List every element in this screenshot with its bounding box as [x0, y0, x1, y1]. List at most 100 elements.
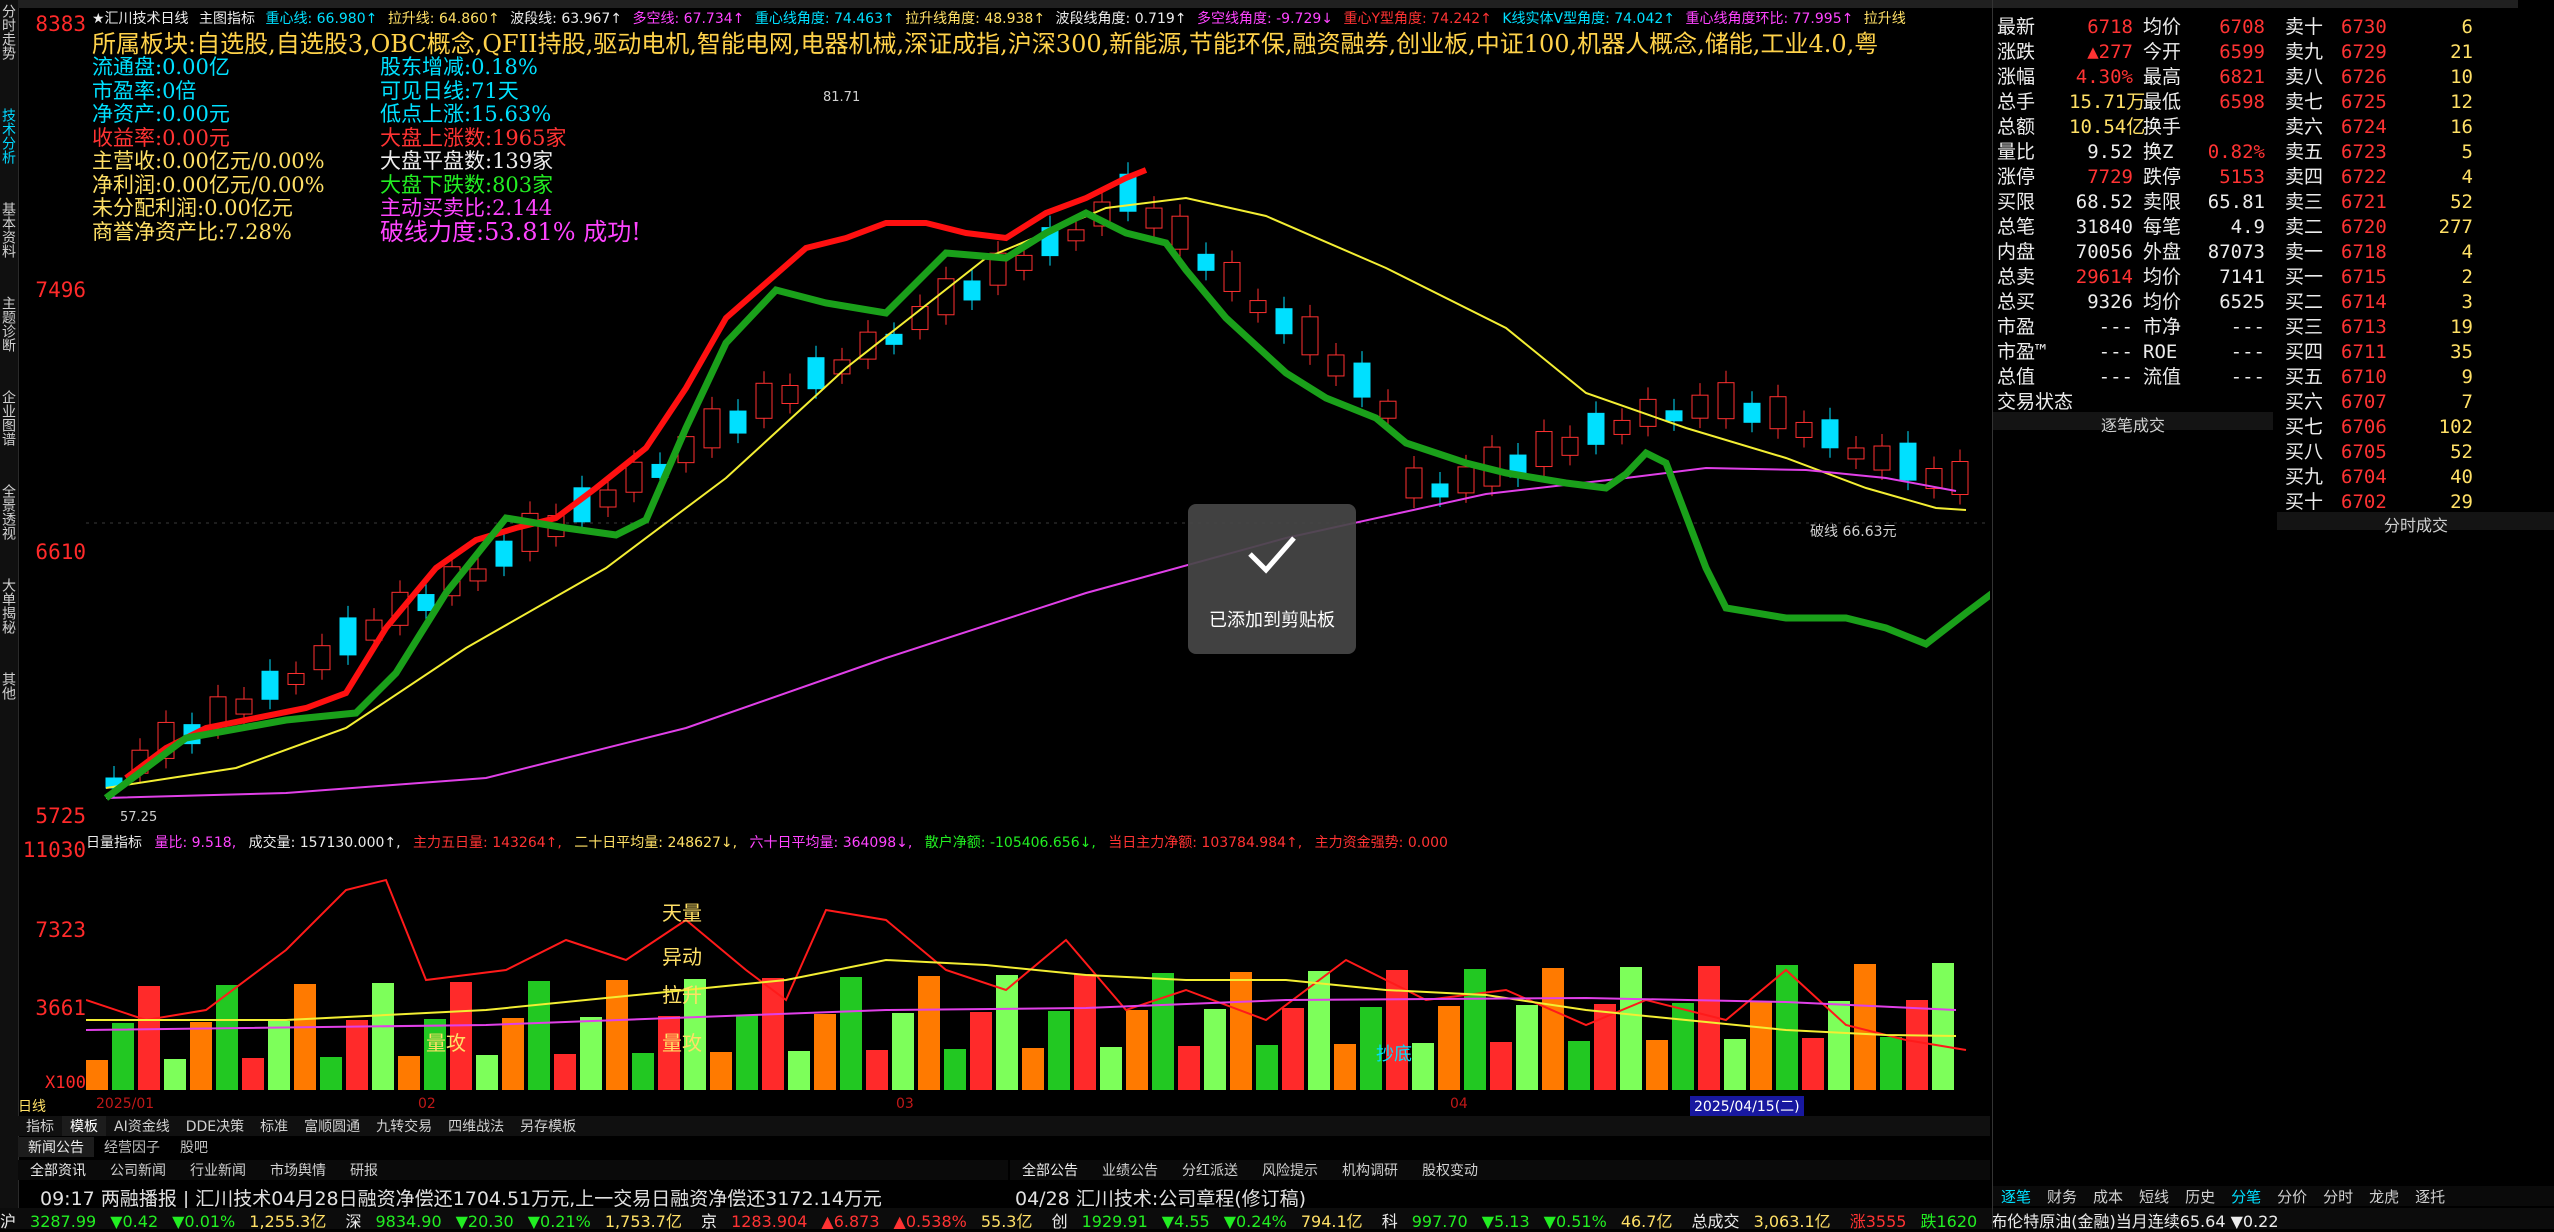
volume-bar — [1880, 1037, 1902, 1090]
quote-row: 总值 --- 流值 --- — [1997, 362, 2265, 389]
bid-row[interactable]: 买九 6704 40 — [2285, 462, 2473, 489]
bid-row[interactable]: 买一 6715 2 — [2285, 262, 2473, 289]
toast-message: 已添加到剪贴板 — [1209, 610, 1335, 631]
subtab-equity[interactable]: 股权变动 — [1410, 1160, 1490, 1180]
period-label[interactable]: 日线 — [18, 1096, 46, 1116]
bid-row[interactable]: 买五 6710 9 — [2285, 362, 2473, 389]
btab-dragon[interactable]: 龙虎 — [2361, 1188, 2407, 1206]
side-tab-diagnose[interactable]: 主题诊断 — [0, 292, 16, 356]
btab-finance[interactable]: 财务 — [2039, 1188, 2085, 1206]
btab-short[interactable]: 短线 — [2131, 1188, 2177, 1206]
kline-chart[interactable]: 81.71 57.25 破线 66.63元 — [86, 8, 1990, 828]
book-price: 6707 — [2341, 391, 2387, 413]
ask-row[interactable]: 卖五 6723 5 — [2285, 137, 2473, 164]
volume-indicator-header: 日量指标 量比: 9.518, 成交量: 157130.000↑, 主力五日量:… — [86, 832, 1456, 852]
subtab-opinion[interactable]: 市场舆情 — [258, 1160, 338, 1180]
mode-template[interactable]: 模板 — [62, 1116, 106, 1136]
news-item-left[interactable]: 09:17 两融播报 | 汇川技术04月28日融资净偿还1704.51万元,上一… — [40, 1184, 882, 1211]
book-level: 买四 — [2285, 341, 2324, 363]
idx-cy: 创 — [1051, 1212, 1068, 1231]
book-level: 卖四 — [2285, 166, 2324, 188]
volume-bar — [1490, 1042, 1512, 1090]
bid-row[interactable]: 买六 6707 7 — [2285, 387, 2473, 414]
btab-time[interactable]: 分时 — [2315, 1188, 2361, 1206]
candle — [1561, 436, 1579, 456]
quote-key: 涨跌 — [1997, 41, 2036, 63]
book-price: 6704 — [2341, 466, 2387, 488]
subtab-company[interactable]: 公司新闻 — [98, 1160, 178, 1180]
ask-row[interactable]: 卖十 6730 6 — [2285, 12, 2473, 39]
candle — [1327, 354, 1345, 377]
vol-axis-3: 3661 — [35, 996, 86, 1020]
side-tab-bigorder[interactable]: 大单揭秘 — [0, 574, 16, 638]
book-price: 6729 — [2341, 41, 2387, 63]
btab-split[interactable]: 分笔 — [2223, 1188, 2269, 1206]
volume-chart[interactable]: 天量 异动 拉升 量攻 量攻 抄底 — [86, 850, 1990, 1090]
tab-forum[interactable]: 股吧 — [170, 1137, 218, 1157]
mode-standard[interactable]: 标准 — [252, 1116, 296, 1136]
candle — [495, 540, 513, 567]
mode-nine[interactable]: 九转交易 — [368, 1116, 440, 1136]
bid-row[interactable]: 买二 6714 3 — [2285, 287, 2473, 314]
bottom-tabs: 逐笔 财务 成本 短线 历史 分笔 分价 分时 龙虎 逐托 — [1993, 1186, 2554, 1206]
tab-news[interactable]: 新闻公告 — [18, 1137, 94, 1157]
mode-save[interactable]: 另存模板 — [512, 1116, 584, 1136]
ask-row[interactable]: 卖六 6724 16 — [2285, 112, 2473, 139]
btab-price[interactable]: 分价 — [2269, 1188, 2315, 1206]
quote-row: 涨跌 ▲277 今开 6599 — [1997, 37, 2265, 64]
ask-row[interactable]: 卖九 6729 21 — [2285, 37, 2473, 64]
subtab-all-ann[interactable]: 全部公告 — [1010, 1160, 1090, 1180]
bid-row[interactable]: 买四 6711 35 — [2285, 337, 2473, 364]
bid-row[interactable]: 买七 6706 102 — [2285, 412, 2473, 439]
ask-row[interactable]: 卖四 6722 4 — [2285, 162, 2473, 189]
ask-row[interactable]: 卖三 6721 52 — [2285, 187, 2473, 214]
side-tab-basic[interactable]: 基本资料 — [0, 198, 16, 262]
btab-entrust[interactable]: 逐托 — [2407, 1188, 2453, 1206]
quote-key: 涨停 — [1997, 166, 2036, 188]
side-tab-minute[interactable]: 分时走势 — [0, 0, 16, 64]
news-subtabs-left: 全部资讯 公司新闻 行业新闻 市场舆情 研报 — [18, 1160, 1008, 1180]
subtab-industry[interactable]: 行业新闻 — [178, 1160, 258, 1180]
quote-key2: 外盘 — [2143, 241, 2182, 263]
bid-row[interactable]: 买十 6702 29 — [2285, 487, 2473, 514]
volume-bar — [112, 1023, 134, 1090]
subtab-research[interactable]: 研报 — [338, 1160, 390, 1180]
quote-key2: 市净 — [2143, 316, 2182, 338]
total-label: 总成交 — [1691, 1212, 1740, 1231]
mode-fourdim[interactable]: 四维战法 — [440, 1116, 512, 1136]
btab-history[interactable]: 历史 — [2177, 1188, 2223, 1206]
ask-row[interactable]: 卖八 6726 10 — [2285, 62, 2473, 89]
quote-val2: --- — [2230, 316, 2265, 338]
vol-ind-name[interactable]: 日量指标 — [86, 835, 142, 851]
ask-row[interactable]: 卖一 6718 4 — [2285, 237, 2473, 264]
book-qty: 35 — [2450, 341, 2473, 363]
mode-fushun[interactable]: 富顺圆通 — [296, 1116, 368, 1136]
side-tab-panorama[interactable]: 全景透视 — [0, 480, 16, 544]
side-tab-other[interactable]: 其他 — [0, 668, 16, 704]
side-tab-graph[interactable]: 企业图谱 — [0, 386, 16, 450]
candle — [703, 408, 721, 449]
mode-ai[interactable]: AI资金线 — [106, 1116, 178, 1136]
news-item-right[interactable]: 04/28 汇川技术:公司章程(修订稿) — [1015, 1184, 1306, 1211]
side-tab-tech[interactable]: 技术分析 — [0, 104, 16, 168]
ask-row[interactable]: 卖七 6725 12 — [2285, 87, 2473, 114]
tab-ops[interactable]: 经营因子 — [94, 1137, 170, 1157]
quote-row: 交易状态 — [1997, 387, 2265, 414]
volume-bar — [580, 1017, 602, 1090]
mode-indicator[interactable]: 指标 — [18, 1116, 62, 1136]
mode-dde[interactable]: DDE决策 — [178, 1116, 252, 1136]
subtab-survey[interactable]: 机构调研 — [1330, 1160, 1410, 1180]
bid-row[interactable]: 买八 6705 52 — [2285, 437, 2473, 464]
volume-bar — [1646, 1040, 1668, 1090]
subtab-results[interactable]: 业绩公告 — [1090, 1160, 1170, 1180]
btab-cost[interactable]: 成本 — [2085, 1188, 2131, 1206]
ask-row[interactable]: 卖二 6720 277 — [2285, 212, 2473, 239]
quote-key2: 换手 — [2143, 116, 2182, 138]
btab-ticks[interactable]: 逐笔 — [1993, 1188, 2039, 1206]
subtab-risk[interactable]: 风险提示 — [1250, 1160, 1330, 1180]
subtab-all-news[interactable]: 全部资讯 — [18, 1160, 98, 1180]
subtab-dividend[interactable]: 分红派送 — [1170, 1160, 1250, 1180]
avg-60d-vol: 六十日平均量: 364098↓, — [749, 835, 913, 851]
bid-row[interactable]: 买三 6713 19 — [2285, 312, 2473, 339]
main-net: 当日主力净额: 103784.984↑, — [1108, 835, 1303, 851]
